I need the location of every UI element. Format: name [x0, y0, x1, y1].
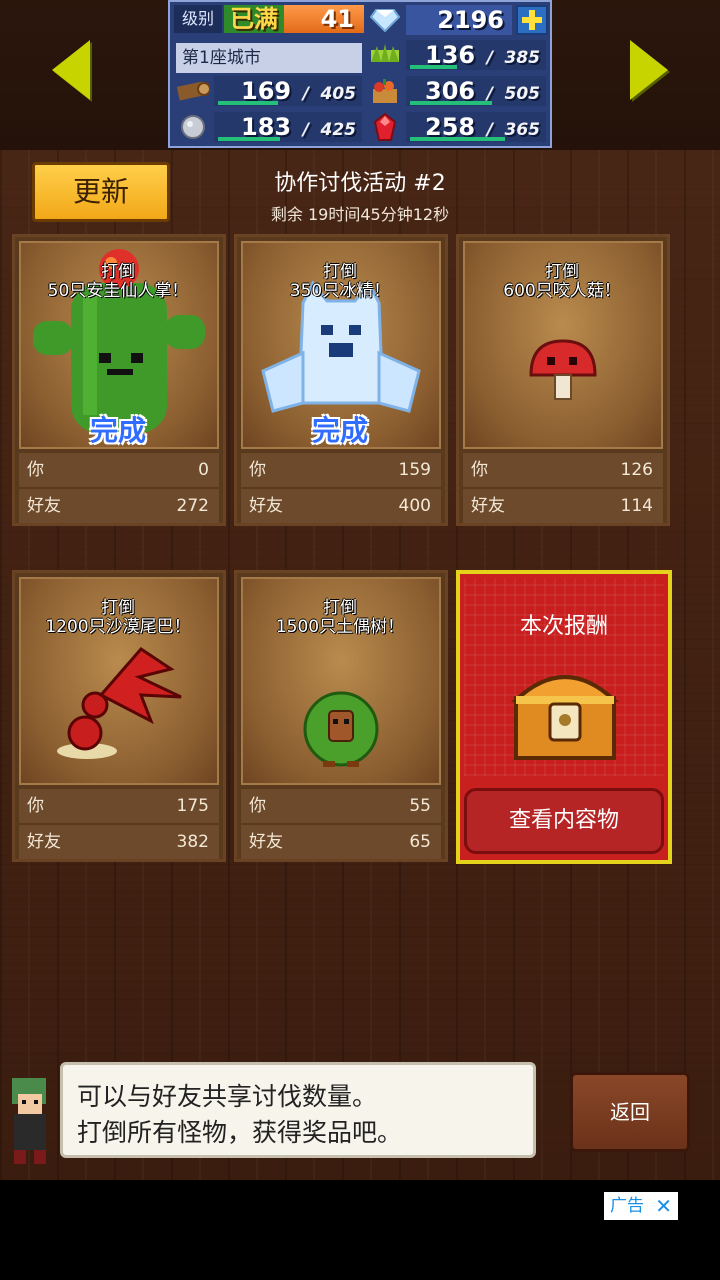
level-max-badge: 已满 — [224, 5, 284, 33]
friend-count: 400 — [398, 496, 431, 516]
friend-count-row: 好友 400 — [241, 489, 441, 523]
quest-card-cactus[interactable]: 打倒 50只安圭仙人掌！ 完成 你0 好友 272 — [12, 234, 226, 526]
gem-count: 2196 — [437, 6, 504, 34]
quest-card-clay-tree[interactable]: 打倒 1500只土偶树！ 你 55 好友 65 — [234, 570, 448, 862]
friend-count: 65 — [409, 832, 431, 852]
you-count: 159 — [398, 460, 431, 480]
add-gems-button[interactable] — [516, 5, 548, 35]
event-time-remaining: 剩余 19时间45分钟12秒 — [270, 205, 450, 224]
you-count: 0 — [198, 460, 209, 480]
treasure-chest-icon — [510, 675, 620, 760]
quest-card-desert-tail[interactable]: 打倒 1200只沙漠尾巴！ 你 175 好友 382 — [12, 570, 226, 862]
reward-panel: 本次报酬 查看内容物 — [456, 570, 672, 864]
friend-count-row: 好友 382 — [19, 825, 219, 859]
refresh-button[interactable]: 更新 — [32, 162, 170, 222]
level-value: 41 — [284, 5, 364, 33]
guide-character-avatar — [12, 1078, 46, 1164]
complete-label: 完成 — [311, 414, 368, 447]
quest-description: 打倒 350只冰精！ — [289, 262, 391, 301]
ruby-progress-bar — [410, 137, 505, 141]
stone-max: 425 — [320, 120, 357, 140]
event-title: 协作讨伐活动 #2 — [274, 171, 446, 196]
quest-card-mushroom[interactable]: 打倒 600只咬人菇！ 你 126 好友 114 — [456, 234, 670, 526]
quest-description: 打倒 1200只沙漠尾巴！ — [45, 598, 191, 637]
you-count-row: 你 159 — [241, 453, 441, 487]
quest-description: 打倒 1500只土偶树！ — [275, 598, 405, 637]
ruby-max: 365 — [504, 120, 541, 140]
diamond-icon — [366, 5, 404, 35]
quest-description: 打倒 50只安圭仙人掌！ — [47, 262, 189, 301]
back-button[interactable]: 返回 — [570, 1072, 690, 1152]
grass-progress-bar — [410, 65, 457, 69]
ruby-icon — [366, 112, 404, 142]
wood-log-icon — [174, 76, 212, 106]
stone-progress-bar — [218, 137, 280, 141]
previous-city-arrow[interactable] — [52, 40, 90, 100]
close-icon[interactable]: ✕ — [655, 1192, 672, 1220]
food-basket-icon — [366, 76, 404, 106]
friend-count-row: 好友 114 — [463, 489, 663, 523]
next-city-arrow[interactable] — [630, 40, 668, 100]
quest-description: 打倒 600只咬人菇！ — [503, 262, 621, 301]
you-count: 55 — [409, 796, 431, 816]
stats-panel: 级别 已满 41 2196 第1座城市 136 / 385 169 / 405 … — [168, 0, 552, 148]
stone-icon — [174, 112, 212, 142]
reward-art: 本次报酬 — [464, 578, 664, 776]
ad-banner: 广告 ✕ — [0, 1180, 720, 1280]
you-count-row: 你0 — [19, 453, 219, 487]
food-max: 505 — [504, 84, 541, 104]
hint-dialog: 可以与好友共享讨伐数量。 打倒所有怪物，获得奖品吧。 — [60, 1062, 536, 1158]
hint-line-2: 打倒所有怪物，获得奖品吧。 — [77, 1118, 403, 1147]
you-count-row: 你 126 — [463, 453, 663, 487]
you-count-row: 你 175 — [19, 789, 219, 823]
complete-label: 完成 — [89, 414, 146, 447]
reward-title: 本次报酬 — [519, 614, 608, 639]
friend-count: 272 — [176, 496, 209, 516]
grass-icon — [366, 40, 404, 70]
friend-count-row: 好友 272 — [19, 489, 219, 523]
wood-progress-bar — [218, 101, 278, 105]
ad-label[interactable]: 广告 ✕ — [604, 1192, 678, 1220]
city-name: 第1座城市 — [176, 43, 362, 73]
grass-max: 385 — [504, 48, 541, 68]
friend-count-row: 好友 65 — [241, 825, 441, 859]
you-count: 126 — [620, 460, 653, 480]
wood-max: 405 — [320, 84, 357, 104]
friend-count: 382 — [176, 832, 209, 852]
you-count-row: 你 55 — [241, 789, 441, 823]
view-contents-button[interactable]: 查看内容物 — [464, 788, 664, 854]
hint-line-1: 可以与好友共享讨伐数量。 — [77, 1082, 378, 1111]
food-progress-bar — [410, 101, 492, 105]
friend-count: 114 — [620, 496, 653, 516]
quest-card-ice-spirit[interactable]: 打倒 350只冰精！ 完成 你 159 好友 400 — [234, 234, 448, 526]
level-label: 级别 — [174, 5, 222, 33]
footer: 可以与好友共享讨伐数量。 打倒所有怪物，获得奖品吧。 返回 — [0, 1060, 720, 1180]
you-count: 175 — [176, 796, 209, 816]
